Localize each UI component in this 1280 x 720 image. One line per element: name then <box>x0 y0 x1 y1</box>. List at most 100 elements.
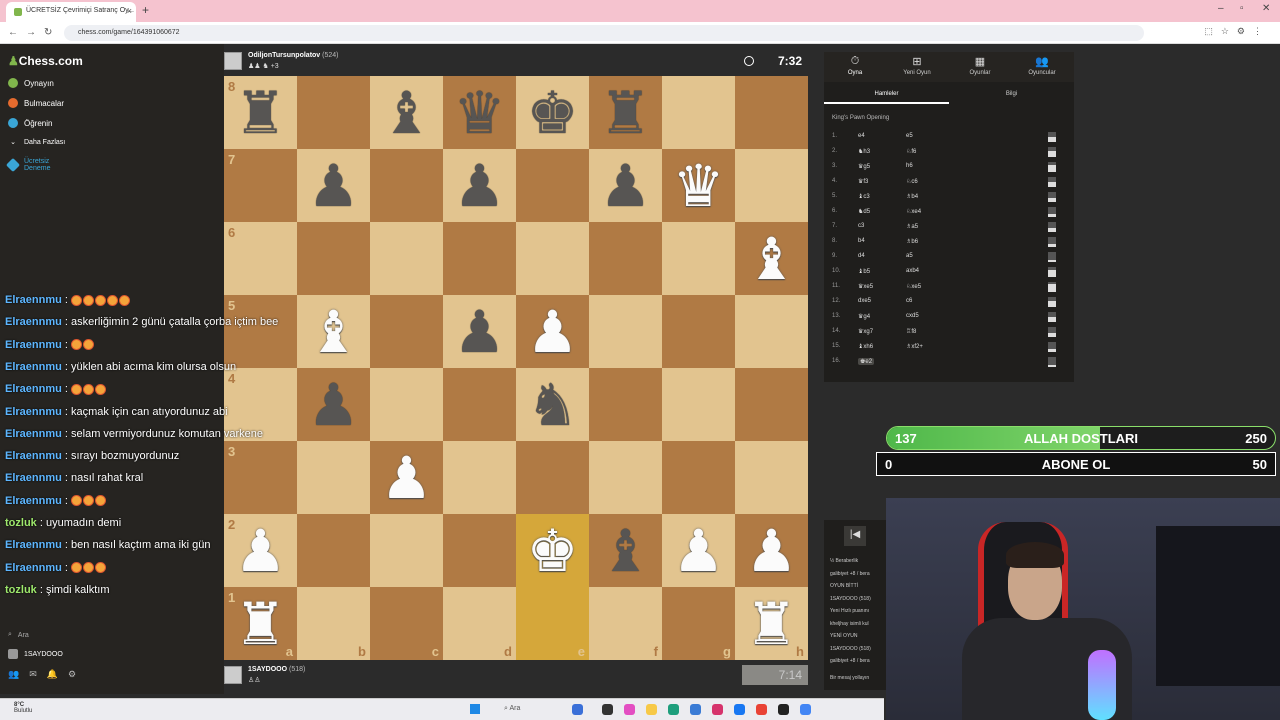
white-move[interactable]: ♝b5 <box>858 268 870 275</box>
square-c5[interactable] <box>370 295 443 368</box>
black-knight-icon[interactable]: ♞ <box>516 368 589 441</box>
square-a1[interactable]: 1 a ♜ <box>224 587 297 660</box>
square-f4[interactable] <box>589 368 662 441</box>
top-player-avatar[interactable] <box>224 52 242 70</box>
black-pawn-icon[interactable]: ♟ <box>443 149 516 222</box>
square-g1[interactable]: g <box>662 587 735 660</box>
black-move[interactable]: a5 <box>906 253 913 259</box>
black-move[interactable]: ♗b6 <box>906 238 918 245</box>
tab-moves[interactable]: Hamleler <box>824 91 949 104</box>
square-a6[interactable]: 6 <box>224 222 297 295</box>
black-move[interactable]: ♘c6 <box>906 178 918 185</box>
square-f7[interactable]: ♟ <box>589 149 662 222</box>
white-move[interactable]: ♝c3 <box>858 193 870 200</box>
white-rook-icon[interactable]: ♜ <box>735 587 808 660</box>
square-f6[interactable] <box>589 222 662 295</box>
chat-username[interactable]: tozluk <box>5 584 37 596</box>
black-move[interactable]: ♘xe5 <box>906 283 921 290</box>
square-h8[interactable] <box>735 76 808 149</box>
store-icon[interactable] <box>690 704 701 715</box>
black-move[interactable]: ♖f8 <box>906 328 916 335</box>
square-d5[interactable]: ♟ <box>443 295 516 368</box>
settings-icon[interactable]: ⚙ <box>68 669 76 680</box>
square-e3[interactable] <box>516 441 589 514</box>
square-a7[interactable]: 7 <box>224 149 297 222</box>
bottom-player-avatar[interactable] <box>224 666 242 684</box>
app-icon-2[interactable] <box>800 704 811 715</box>
chat-username[interactable]: Elraennmu <box>5 472 62 484</box>
browser-tab[interactable]: ÜCRETSİZ Çevrimiçi Satranç Oy... × <box>6 2 136 22</box>
black-move[interactable]: ♗a5 <box>906 223 918 230</box>
chat-input[interactable]: Bir mesaj yollayın <box>830 675 869 681</box>
square-d3[interactable] <box>443 441 516 514</box>
square-c1[interactable]: c <box>370 587 443 660</box>
white-move[interactable]: e4 <box>858 133 865 139</box>
chat-username[interactable]: Elraennmu <box>5 339 62 351</box>
browser-toolbar-icons[interactable]: ⬚☆⚙⋮ <box>1204 26 1270 37</box>
friends-icon[interactable]: 👥 <box>8 669 19 680</box>
square-b4[interactable]: ♟ <box>297 368 370 441</box>
chat-username[interactable]: Elraennmu <box>5 428 62 440</box>
chat-username[interactable]: tozluk <box>5 517 37 529</box>
bottom-player-name[interactable]: 1SAYDOOO (518) <box>248 666 305 673</box>
square-c6[interactable] <box>370 222 443 295</box>
chat-username[interactable]: Elraennmu <box>5 316 62 328</box>
black-move[interactable]: cxd5 <box>906 313 919 319</box>
square-d7[interactable]: ♟ <box>443 149 516 222</box>
white-move[interactable]: dxe5 <box>858 298 871 304</box>
square-g7[interactable]: ♛ <box>662 149 735 222</box>
black-pawn-icon[interactable]: ♟ <box>297 149 370 222</box>
chat-username[interactable]: Elraennmu <box>5 450 62 462</box>
copilot-icon[interactable] <box>624 704 635 715</box>
app-icon[interactable] <box>572 704 583 715</box>
square-g6[interactable] <box>662 222 735 295</box>
weather-widget[interactable]: 8°C Bulutlu <box>14 702 32 714</box>
black-pawn-icon[interactable]: ♟ <box>589 149 662 222</box>
white-pawn-icon[interactable]: ♟ <box>662 514 735 587</box>
black-queen-icon[interactable]: ♛ <box>443 76 516 149</box>
notifications-icon[interactable]: 🔔 <box>47 669 58 680</box>
white-king-icon[interactable]: ♚ <box>516 514 589 587</box>
square-f8[interactable]: ♜ <box>589 76 662 149</box>
back-icon[interactable]: ← <box>8 27 18 38</box>
white-pawn-icon[interactable]: ♟ <box>735 514 808 587</box>
black-move[interactable]: h6 <box>906 163 913 169</box>
sidebar-bottom-icons[interactable]: 👥 ✉ 🔔 ⚙ <box>8 669 76 680</box>
square-b1[interactable]: b <box>297 587 370 660</box>
white-move[interactable]: c3 <box>858 223 864 229</box>
square-c7[interactable] <box>370 149 443 222</box>
square-c8[interactable]: ♝ <box>370 76 443 149</box>
chess-board[interactable]: 8 ♜ ♝ ♛ ♚ ♜ 7 ♟ ♟ ♟ ♛ 6 ♝ 5 ♝ ♟ ♟ 4 ♟ ♞ 3 ♟ 2 ♟ ♚ ♝ ♟ ♟ 1 a ♜ b c d e f g h ♜ <box>224 76 808 660</box>
square-h4[interactable] <box>735 368 808 441</box>
sidebar-item-free-trial[interactable]: Ücretsiz Deneme <box>5 157 50 173</box>
white-move[interactable]: ♛g4 <box>858 313 870 320</box>
white-bishop-icon[interactable]: ♝ <box>735 222 808 295</box>
white-move[interactable]: b4 <box>858 238 865 244</box>
chrome-icon[interactable] <box>756 704 767 715</box>
square-e8[interactable]: ♚ <box>516 76 589 149</box>
tab-players[interactable]: 👥 Oyuncular <box>1011 55 1073 76</box>
black-move[interactable]: axb4 <box>906 268 919 274</box>
square-a2[interactable]: 2 ♟ <box>224 514 297 587</box>
black-move[interactable]: c6 <box>906 298 912 304</box>
square-e5[interactable]: ♟ <box>516 295 589 368</box>
chat-username[interactable]: Elraennmu <box>5 383 62 395</box>
square-f1[interactable]: f <box>589 587 662 660</box>
chat-username[interactable]: Elraennmu <box>5 406 62 418</box>
square-e1[interactable]: e <box>516 587 589 660</box>
white-move[interactable]: ♚e2 <box>858 358 875 365</box>
square-d1[interactable]: d <box>443 587 516 660</box>
square-e6[interactable] <box>516 222 589 295</box>
messages-icon[interactable]: ✉ <box>29 669 37 680</box>
sidebar-item-puzzles[interactable]: Bulmacalar <box>8 98 64 108</box>
square-g4[interactable] <box>662 368 735 441</box>
chat-username[interactable]: Elraennmu <box>5 539 62 551</box>
square-f5[interactable] <box>589 295 662 368</box>
square-b3[interactable] <box>297 441 370 514</box>
square-g8[interactable] <box>662 76 735 149</box>
square-h7[interactable] <box>735 149 808 222</box>
black-move[interactable]: ♘f6 <box>906 148 916 155</box>
instagram-icon[interactable] <box>712 704 723 715</box>
square-h5[interactable] <box>735 295 808 368</box>
white-move[interactable]: ♛xe5 <box>858 283 873 290</box>
